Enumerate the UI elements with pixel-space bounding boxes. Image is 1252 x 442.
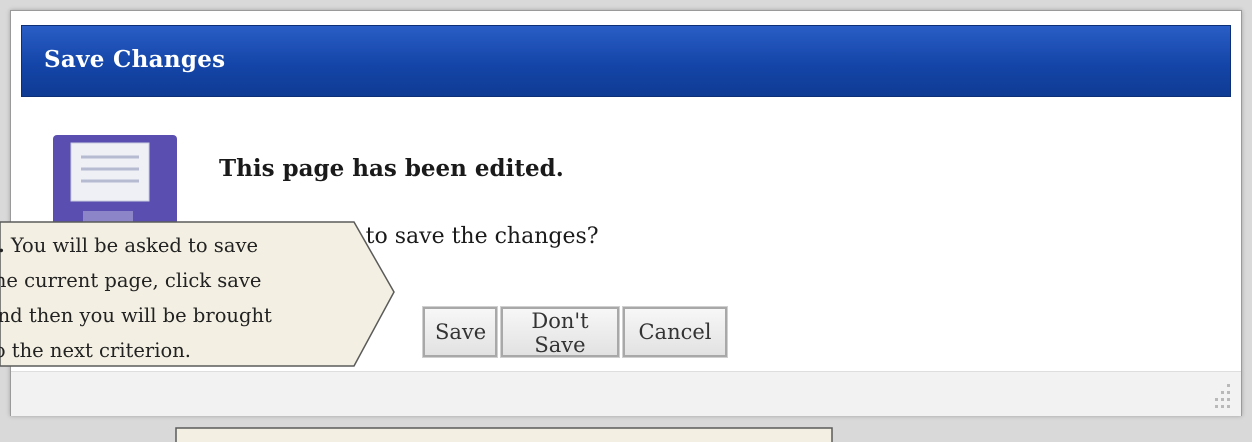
next-callout-box — [175, 427, 833, 442]
dialog-footer — [11, 371, 1241, 416]
dialog-title: Save Changes — [44, 46, 226, 73]
callout-line-2: the current page, click save — [0, 269, 262, 292]
cancel-button[interactable]: Cancel — [622, 306, 728, 358]
floppy-disk-icon — [53, 135, 177, 235]
tutorial-callout-text: F. You will be asked to save the current… — [0, 228, 316, 368]
callout-line-3: and then you will be brought — [0, 304, 272, 327]
dialog-button-row: Save Don't Save Cancel — [422, 306, 728, 358]
resize-grip-icon[interactable] — [1211, 382, 1233, 412]
dialog-title-bar[interactable]: Save Changes — [21, 25, 1231, 97]
callout-line-4: to the next criterion. — [0, 339, 191, 362]
dont-save-button[interactable]: Don't Save — [500, 306, 620, 358]
callout-line-1: You will be asked to save — [4, 234, 259, 257]
save-button[interactable]: Save — [422, 306, 498, 358]
dialog-headline: This page has been edited. — [219, 155, 564, 182]
